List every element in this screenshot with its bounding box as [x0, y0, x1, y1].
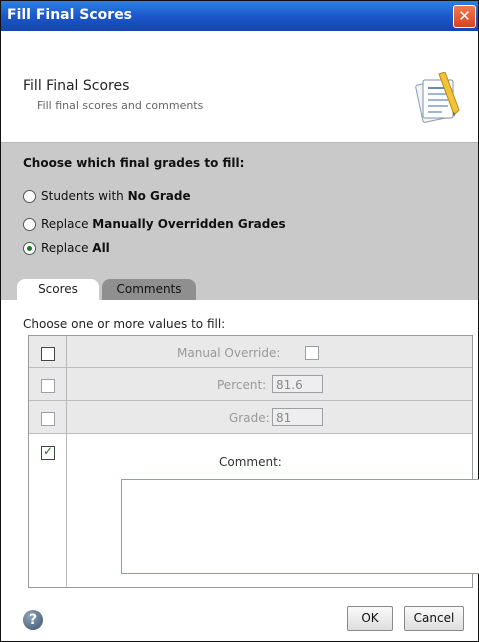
percent-row-checkbox[interactable] [41, 379, 55, 393]
option-replace-all-bold: All [92, 241, 110, 255]
tab-scores[interactable]: Scores [17, 279, 99, 300]
grade-check-cell [29, 401, 67, 433]
fill-options-question: Choose which final grades to fill: [23, 156, 245, 170]
comment-row-checkbox[interactable] [41, 444, 55, 460]
fill-options-section: Choose which final grades to fill: Stude… [1, 142, 478, 266]
grade-row: Grade: 81 [29, 401, 472, 434]
radio-no-grade[interactable] [23, 189, 36, 203]
help-icon[interactable]: ? [23, 610, 43, 630]
dialog-footer: ? OK Cancel [1, 596, 478, 641]
option-manual-overridden[interactable]: Replace Manually Overridden Grades [23, 215, 286, 233]
tab-comments[interactable]: Comments [102, 279, 196, 300]
scores-panel: Choose one or more values to fill: Manua… [1, 300, 479, 596]
option-manual-overridden-bold: Manually Overridden Grades [92, 217, 286, 231]
manual-override-value-checkbox[interactable] [305, 346, 319, 360]
dialog-header: Fill Final Scores Fill final scores and … [1, 32, 478, 142]
option-replace-all[interactable]: Replace All [23, 239, 110, 257]
comment-cell: Comment: [67, 434, 479, 587]
option-replace-all-prefix: Replace [41, 241, 93, 255]
percent-check-cell [29, 368, 67, 400]
comment-textarea[interactable] [121, 479, 479, 574]
option-no-grade-bold: No Grade [127, 189, 191, 203]
close-button[interactable]: ✕ [453, 5, 476, 28]
grade-row-checkbox[interactable] [41, 412, 55, 426]
title-bar[interactable]: Fill Final Scores ✕ [1, 1, 478, 31]
header-subtitle: Fill final scores and comments [37, 99, 204, 112]
header-title: Fill Final Scores [23, 78, 130, 94]
manual-override-label: Manual Override: [177, 346, 281, 360]
option-manual-overridden-prefix: Replace [41, 217, 93, 231]
comment-label: Comment: [219, 455, 282, 469]
fill-instruction: Choose one or more values to fill: [23, 317, 226, 331]
manual-override-check-cell [29, 336, 67, 367]
manual-override-row-checkbox[interactable] [41, 347, 55, 361]
comment-check-cell [29, 434, 67, 587]
manual-override-row: Manual Override: [29, 336, 472, 368]
grades-document-icon [415, 72, 460, 123]
percent-label: Percent: [217, 378, 267, 392]
window-title: Fill Final Scores [7, 7, 133, 23]
cancel-button[interactable]: Cancel [404, 606, 464, 631]
percent-field[interactable]: 81.6 [272, 375, 323, 393]
dialog-window: Fill Final Scores ✕ Fill Final Scores Fi… [0, 0, 479, 642]
grade-label: Grade: [229, 411, 270, 425]
option-no-grade-prefix: Students with [41, 189, 128, 203]
percent-row: Percent: 81.6 [29, 368, 472, 401]
tab-bar: Scores Comments [1, 265, 478, 300]
fill-values-grid: Manual Override: Percent: 81.6 Grade: 81 [28, 335, 479, 588]
radio-manual-overridden[interactable] [23, 217, 36, 231]
ok-button[interactable]: OK [347, 606, 393, 631]
option-no-grade[interactable]: Students with No Grade [23, 187, 191, 205]
close-icon: ✕ [458, 7, 471, 25]
radio-replace-all[interactable] [23, 241, 36, 255]
grade-field[interactable]: 81 [272, 408, 323, 426]
